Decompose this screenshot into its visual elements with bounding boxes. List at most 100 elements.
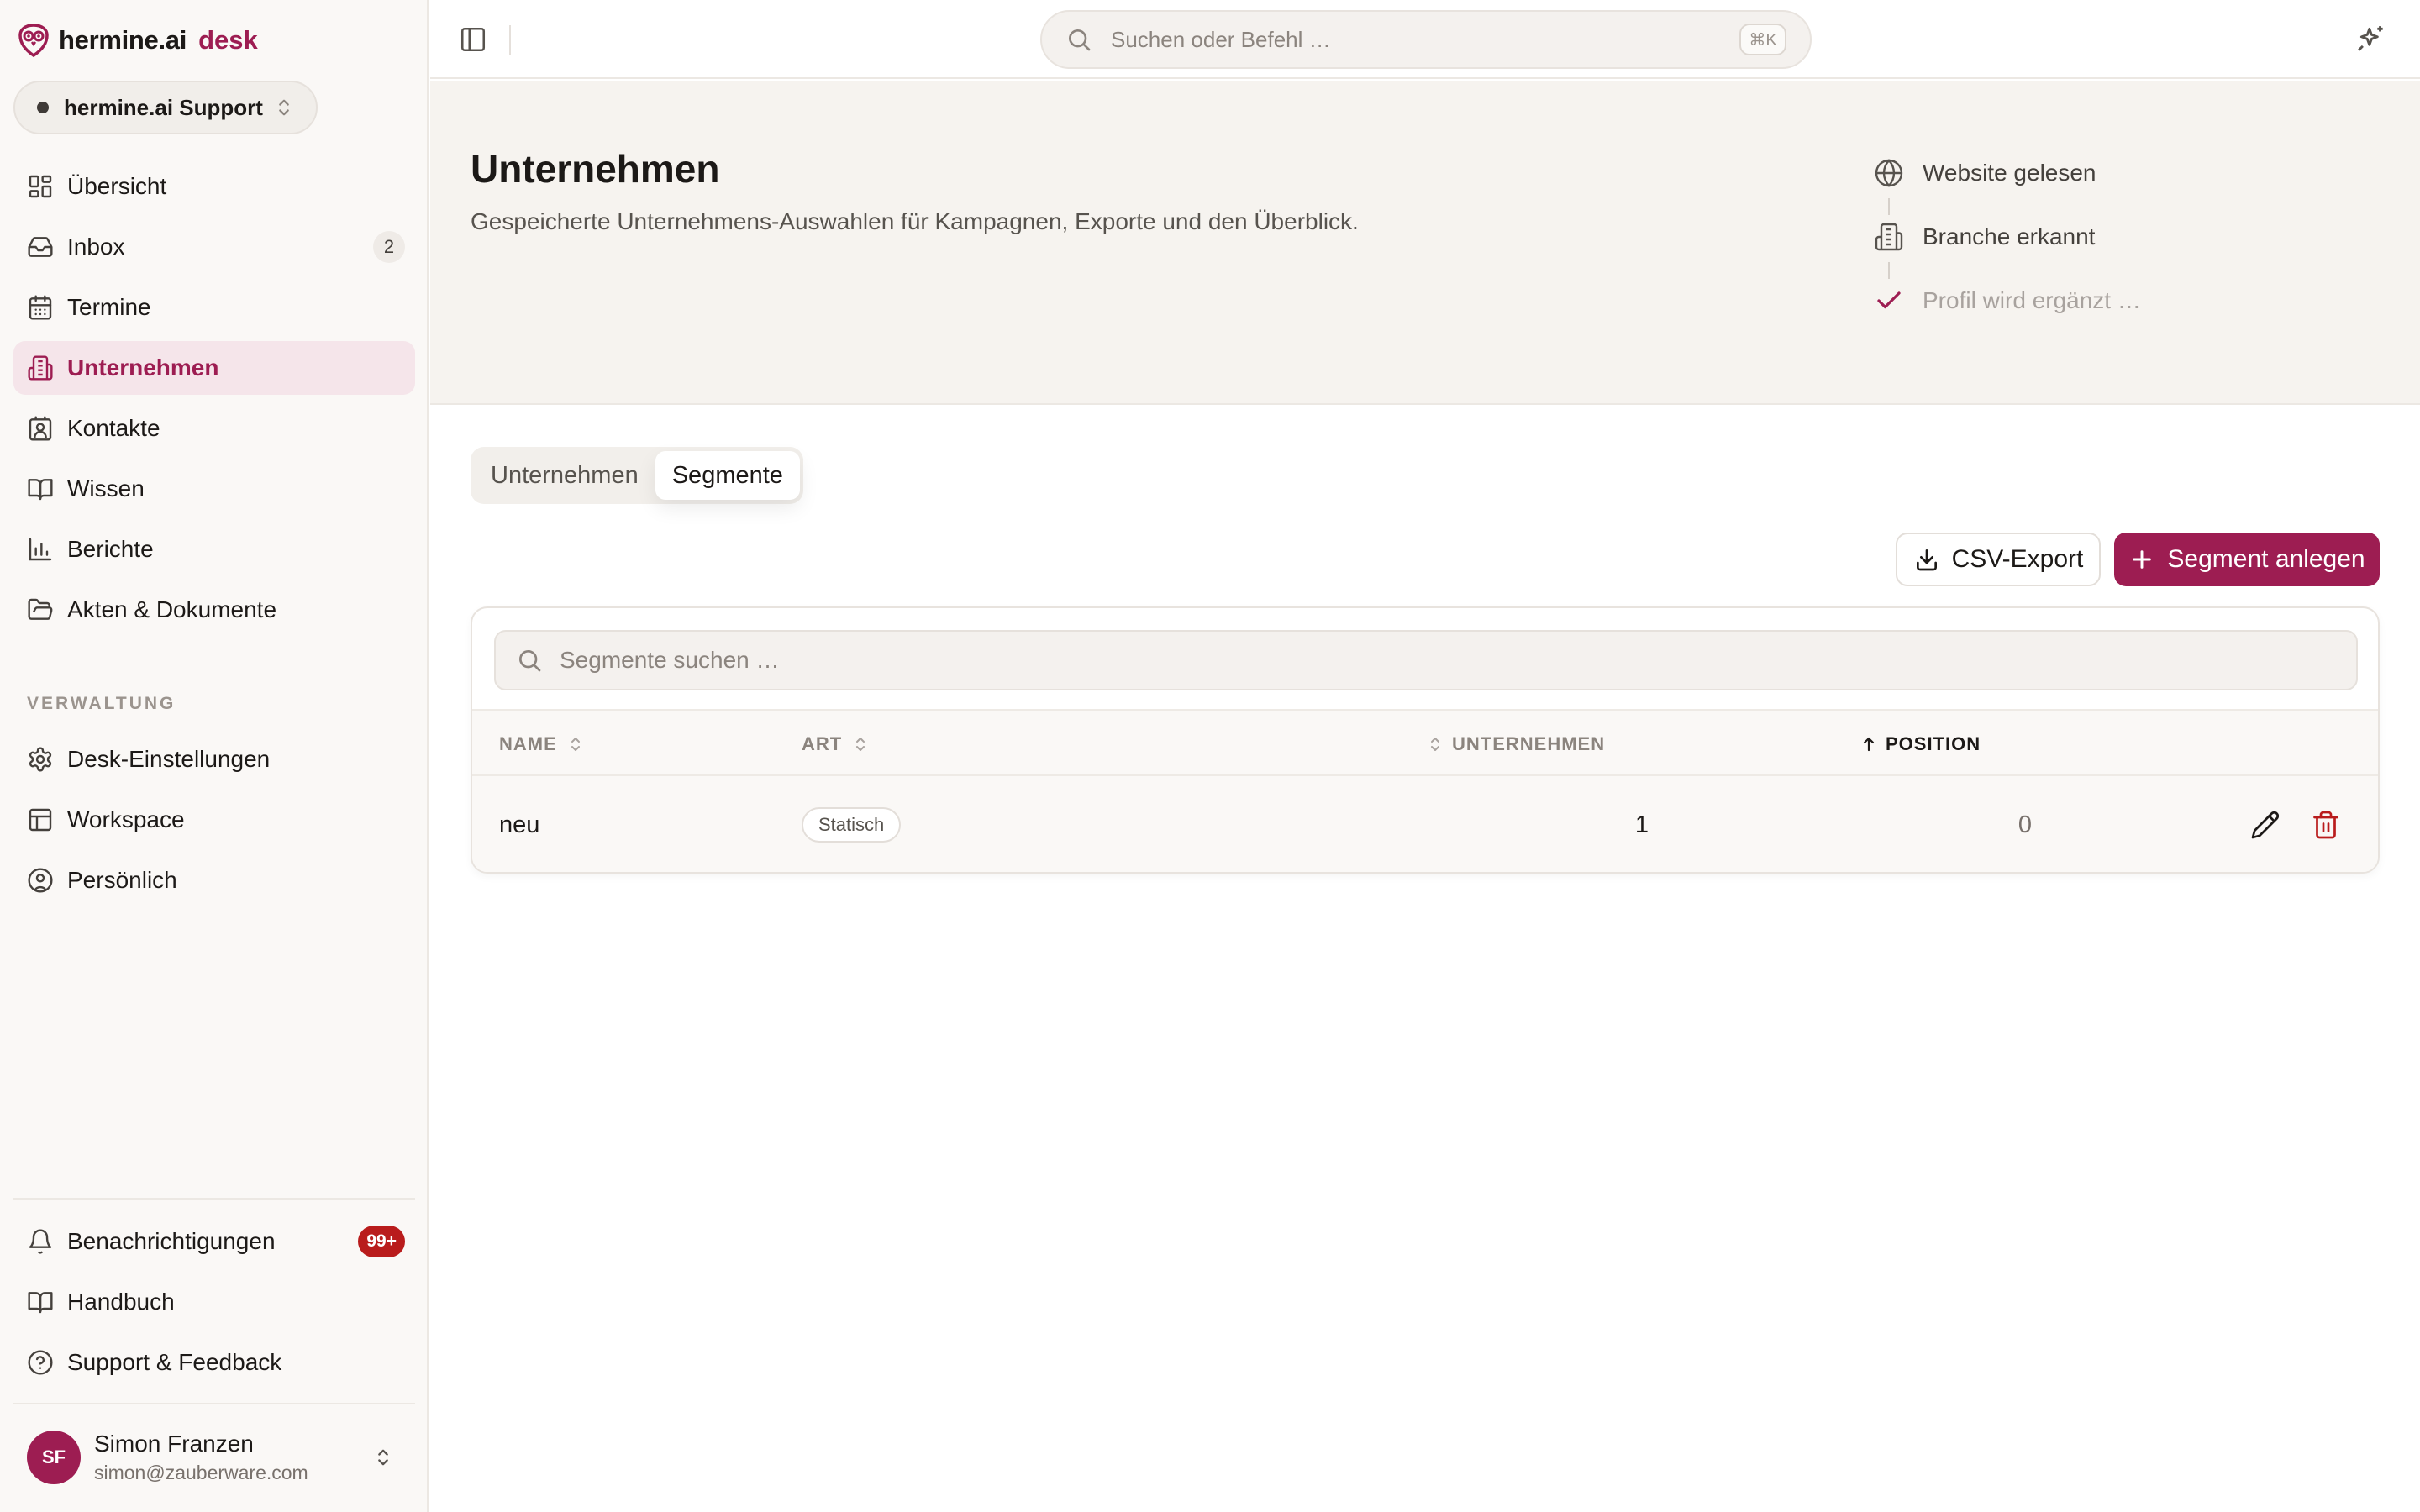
column-header-label: UNTERNEHMEN	[1452, 733, 1606, 754]
keyboard-shortcut-hint: ⌘K	[1739, 24, 1786, 55]
search-icon	[1065, 26, 1092, 53]
segment-search-placeholder: Segmente suchen …	[560, 647, 780, 673]
sidebar-item-wissen[interactable]: Wissen	[13, 462, 415, 516]
sidebar-divider	[13, 1403, 415, 1404]
sidebar-item-label: Support & Feedback	[67, 1349, 282, 1375]
table-row[interactable]: neu Statisch 1 0	[472, 776, 2378, 872]
sidebar-item-workspace[interactable]: Workspace	[13, 793, 415, 847]
tab-unternehmen[interactable]: Unternehmen	[474, 451, 655, 500]
sidebar-item-akten-dokumente[interactable]: Akten & Dokumente	[13, 583, 415, 637]
user-menu[interactable]: SF Simon Franzen simon@zauberware.com	[13, 1423, 415, 1492]
building-icon	[27, 354, 54, 381]
help-circle-icon	[27, 1349, 54, 1376]
sidebar-item-label: Übersicht	[67, 173, 167, 199]
segment-search-input[interactable]: Segmente suchen …	[494, 630, 2358, 690]
view-tabs: Unternehmen Segmente	[471, 447, 803, 504]
delete-trash-icon[interactable]	[2311, 810, 2341, 840]
sidebar-item-label: Unternehmen	[67, 354, 219, 381]
page-header: Unternehmen Gespeicherte Unternehmens-Au…	[430, 81, 2420, 405]
sidebar-item-kontakte[interactable]: Kontakte	[13, 402, 415, 455]
ai-sparkles-icon[interactable]	[2356, 24, 2388, 55]
step-label: Profil wird ergänzt …	[1923, 287, 2141, 313]
cell-type: Statisch	[802, 776, 902, 872]
type-badge: Statisch	[802, 807, 902, 843]
workspace-switcher[interactable]: hermine.ai Support	[13, 81, 318, 134]
chevron-up-down-icon	[371, 1446, 395, 1469]
avatar: SF	[27, 1431, 81, 1484]
column-header-label: POSITION	[1886, 733, 1981, 754]
sort-icon	[852, 735, 869, 753]
sidebar-item-label: Wissen	[67, 475, 145, 501]
sidebar-item-berichte[interactable]: Berichte	[13, 522, 415, 576]
cell-companies: 1	[1634, 811, 1649, 838]
command-search-input[interactable]: Suchen oder Befehl … ⌘K	[1040, 10, 1812, 69]
step-label: Branche erkannt	[1923, 223, 2096, 249]
user-circle-icon	[27, 867, 54, 894]
table-header: NAME ART UNTERNEHMEN POSITION	[472, 709, 2378, 776]
inbox-count-badge: 2	[373, 231, 405, 263]
add-segment-button[interactable]: Segment anlegen	[2114, 533, 2380, 586]
step-profile-enriching: Profil wird ergänzt …	[1874, 286, 2141, 316]
tab-segmente[interactable]: Segmente	[655, 451, 800, 500]
sidebar-item-handbuch[interactable]: Handbuch	[13, 1275, 415, 1329]
sidebar-item-benachrichtigungen[interactable]: Benachrichtigungen 99+	[13, 1215, 415, 1268]
csv-export-button[interactable]: CSV-Export	[1896, 533, 2101, 586]
step-connector	[1888, 262, 1890, 279]
check-icon	[1874, 286, 1904, 316]
column-header-position[interactable]: POSITION	[1860, 711, 1981, 778]
globe-icon	[1874, 158, 1904, 188]
plus-icon	[2128, 546, 2155, 573]
sidebar-item-label: Termine	[67, 294, 151, 320]
sidebar-divider	[13, 1198, 415, 1200]
download-icon	[1913, 546, 1940, 573]
column-header-name[interactable]: NAME	[499, 711, 584, 778]
cell-position: 0	[2018, 811, 2032, 838]
column-header-unternehmen[interactable]: UNTERNEHMEN	[1427, 711, 1605, 778]
column-header-label: NAME	[499, 733, 557, 754]
step-website-read: Website gelesen	[1874, 158, 2096, 188]
bell-icon	[27, 1228, 54, 1255]
toolbar-divider	[509, 25, 511, 55]
search-icon	[516, 647, 543, 674]
sidebar-item-support-feedback[interactable]: Support & Feedback	[13, 1336, 415, 1389]
sidebar-item-label: Kontakte	[67, 415, 160, 441]
sidebar-item-label: Workspace	[67, 806, 185, 832]
user-email: simon@zauberware.com	[94, 1462, 308, 1483]
building-icon	[1874, 222, 1904, 252]
sort-icon	[567, 735, 584, 753]
brand-suffix: desk	[198, 25, 258, 55]
sidebar-toggle-icon[interactable]	[459, 25, 487, 54]
book-icon	[27, 1289, 54, 1315]
sidebar-item-persoenlich[interactable]: Persönlich	[13, 853, 415, 907]
bar-chart-icon	[27, 536, 54, 563]
page-title: Unternehmen	[471, 147, 720, 191]
user-name: Simon Franzen	[94, 1431, 254, 1457]
sidebar-item-label: Akten & Dokumente	[67, 596, 277, 622]
sidebar-item-label: Persönlich	[67, 867, 177, 893]
edit-pencil-icon[interactable]	[2250, 810, 2281, 840]
sidebar-item-inbox[interactable]: Inbox 2	[13, 220, 415, 274]
step-industry-detected: Branche erkannt	[1874, 222, 2095, 252]
notification-count-badge: 99+	[358, 1226, 405, 1257]
folder-icon	[27, 596, 54, 623]
sidebar-item-desk-einstellungen[interactable]: Desk-Einstellungen	[13, 732, 415, 786]
owl-logo-icon	[18, 24, 49, 57]
search-placeholder: Suchen oder Befehl …	[1111, 26, 1331, 52]
cell-name: neu	[499, 811, 540, 838]
chevron-up-down-icon	[272, 96, 296, 119]
sidebar-item-termine[interactable]: Termine	[13, 281, 415, 334]
sidebar-item-uebersicht[interactable]: Übersicht	[13, 160, 415, 213]
column-header-label: ART	[802, 733, 843, 754]
page-subtitle: Gespeicherte Unternehmens-Auswahlen für …	[471, 208, 1359, 234]
step-connector	[1888, 198, 1890, 215]
brand-name: hermine.ai	[59, 25, 187, 55]
topbar: Suchen oder Befehl … ⌘K	[430, 0, 2420, 79]
user-info: Simon Franzen simon@zauberware.com	[94, 1429, 371, 1486]
column-header-art[interactable]: ART	[802, 711, 869, 778]
gear-icon	[27, 746, 54, 773]
workspace-name: hermine.ai Support	[64, 94, 263, 120]
brand[interactable]: hermine.ai desk	[18, 22, 258, 59]
sidebar-item-unternehmen[interactable]: Unternehmen	[13, 341, 415, 395]
add-segment-label: Segment anlegen	[2167, 545, 2365, 573]
sidebar-item-label: Desk-Einstellungen	[67, 746, 271, 772]
